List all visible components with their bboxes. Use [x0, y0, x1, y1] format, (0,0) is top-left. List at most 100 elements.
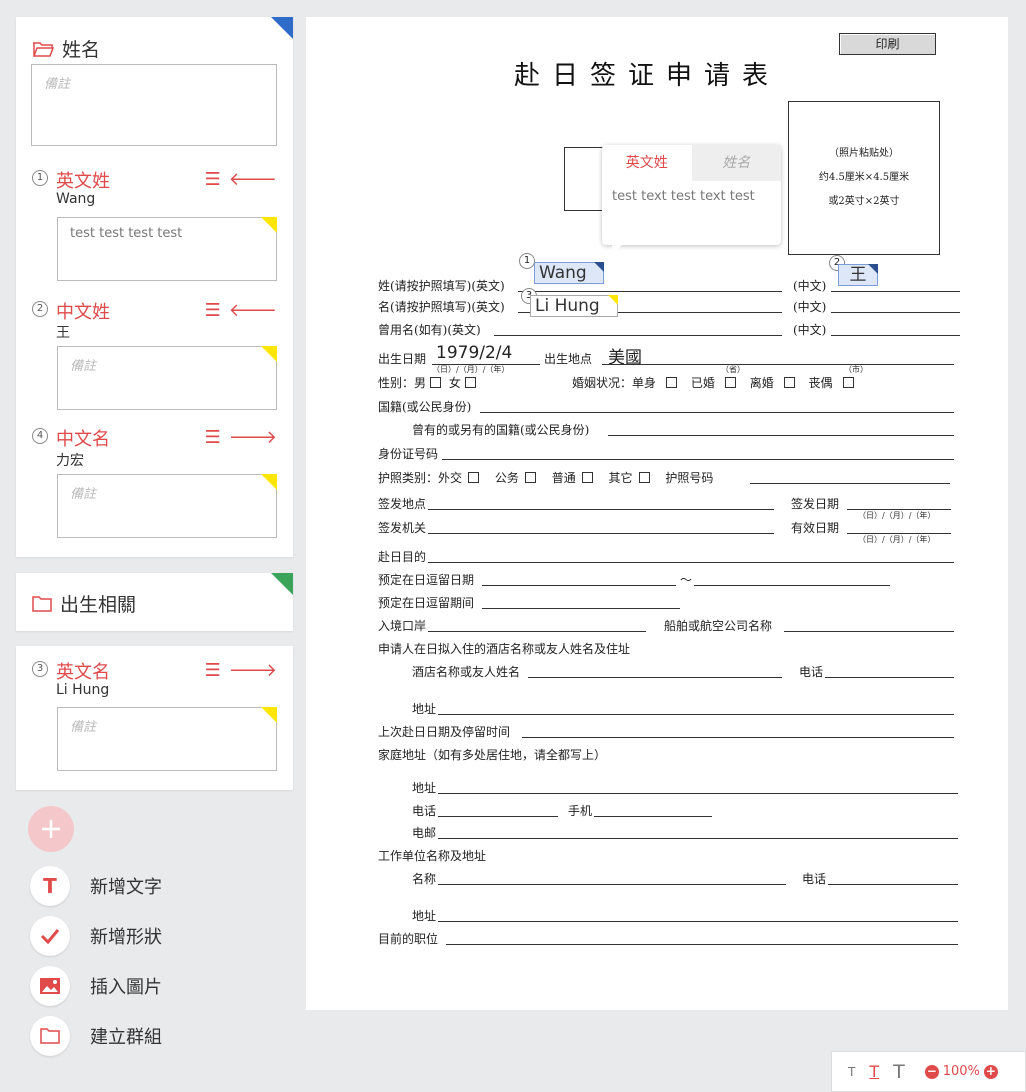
field-name: 中文名 — [56, 429, 110, 450]
checkbox-official[interactable] — [524, 472, 536, 483]
form-line — [428, 562, 954, 563]
label-stay-date: 预定在日逗留日期 — [378, 573, 475, 587]
add-shape-label: 新增形狀 — [90, 927, 162, 948]
field-name: 中文姓 — [56, 302, 110, 323]
checkbox-other[interactable] — [638, 472, 650, 483]
text-T-icon: T — [43, 874, 57, 898]
checkbox-widowed[interactable] — [842, 377, 854, 388]
menu-icon[interactable]: ☰ — [205, 660, 221, 681]
checkbox-male[interactable] — [430, 377, 442, 388]
field-name: 英文名 — [56, 662, 110, 683]
overlay-value: 王 — [849, 265, 867, 285]
add-text-button[interactable]: T 新增文字 — [30, 866, 162, 906]
group-title[interactable]: 出生相關 — [32, 590, 136, 617]
popover-tab-group[interactable]: 姓名 — [691, 145, 781, 181]
field-item-given-en[interactable]: 3 英文名 ☰ 🡒 — [32, 658, 277, 683]
label-divorced: 离婚 — [749, 376, 774, 390]
label-birth-date: 出生日期 — [378, 352, 427, 366]
form-line — [482, 608, 680, 609]
text-size-small-button[interactable]: T — [848, 1065, 855, 1079]
arrow-left-icon[interactable]: 🡐 — [229, 300, 277, 321]
checkbox-married[interactable] — [724, 377, 736, 388]
add-shape-button[interactable]: 新增形狀 — [30, 916, 162, 956]
label-former-nationality: 曾有的或另有的国籍(或公民身份) — [412, 423, 590, 437]
overlay-resize-handle[interactable] — [594, 262, 604, 272]
group-color-marker — [271, 17, 293, 39]
note-color-marker — [261, 707, 277, 723]
arrow-right-icon[interactable]: 🡒 — [229, 660, 277, 681]
field-number-badge: 2 — [32, 301, 48, 317]
group-card-name: 姓名 備註 1 英文姓 ☰ 🡐 Wang test test test test… — [16, 17, 293, 557]
group-color-marker — [271, 573, 293, 595]
form-line — [518, 291, 782, 292]
label-official: 公务 — [494, 471, 519, 485]
overlay-resize-handle[interactable] — [608, 295, 618, 305]
checkbox-single[interactable] — [666, 377, 678, 388]
label-home-addr: 地址 — [412, 781, 437, 795]
label-valid-date: 有效日期 — [791, 521, 840, 535]
create-group-button[interactable]: 建立群組 — [30, 1016, 162, 1056]
label-nationality: 国籍(或公民身份) — [378, 400, 472, 414]
checkbox-divorced[interactable] — [783, 377, 795, 388]
insert-image-button[interactable]: 插入圖片 — [30, 966, 162, 1006]
group-title[interactable]: 姓名 — [32, 35, 100, 62]
label-mobile: 手机 — [568, 804, 593, 818]
birth-date-value[interactable]: 1979/2/4 — [436, 343, 512, 363]
overlay-field-given-en[interactable]: Li Hung — [530, 295, 618, 317]
zoom-in-icon[interactable]: + — [983, 1064, 998, 1079]
label-email: 电邮 — [412, 826, 437, 840]
field-number-badge: 3 — [32, 661, 48, 677]
text-size-large-button[interactable]: T — [893, 1061, 905, 1083]
label-ordinary: 普通 — [551, 471, 576, 485]
label-widowed: 丧偶 — [808, 376, 833, 390]
field-note-input[interactable]: test test test test — [57, 217, 277, 281]
overlay-value: Wang — [539, 263, 587, 283]
checkbox-female[interactable] — [464, 377, 476, 388]
label-position: 目前的职位 — [378, 932, 439, 946]
group-note-input[interactable]: 備註 — [31, 64, 277, 146]
label-issuing-authority: 签发机关 — [378, 521, 427, 535]
print-button[interactable]: 印刷 — [839, 33, 936, 55]
label-home-address: 家庭地址（如有多处居住地，请全都写上） — [378, 748, 607, 762]
form-line — [694, 585, 890, 586]
field-note-input[interactable]: 備註 — [57, 474, 277, 538]
field-item-given-cn[interactable]: 4 中文名 ☰ 🡒 — [32, 425, 277, 450]
arrow-left-icon[interactable]: 🡐 — [229, 169, 277, 190]
tilde: ～ — [680, 573, 693, 587]
label-gender-male: 性别：男 — [378, 376, 427, 390]
field-note-input[interactable]: 備註 — [57, 346, 277, 410]
folder-icon — [40, 1028, 60, 1044]
overlay-resize-handle[interactable] — [868, 264, 878, 274]
label-work-phone: 电话 — [802, 872, 827, 886]
menu-icon[interactable]: ☰ — [205, 169, 221, 190]
checkbox-diplomatic[interactable] — [468, 472, 480, 483]
field-item-surname-en[interactable]: 1 英文姓 ☰ 🡐 — [32, 167, 277, 192]
add-fab-button[interactable] — [28, 806, 74, 852]
checkbox-ordinary[interactable] — [581, 472, 593, 483]
arrow-right-icon[interactable]: 🡒 — [229, 427, 277, 448]
label-purpose: 赴日目的 — [378, 550, 427, 564]
label-work-address: 地址 — [412, 909, 437, 923]
field-card-given-en: 3 英文名 ☰ 🡒 Li Hung 備註 — [16, 646, 293, 790]
menu-icon[interactable]: ☰ — [205, 300, 221, 321]
popover-tab-field[interactable]: 英文姓 — [602, 145, 692, 181]
overlay-field-surname-cn[interactable]: 王 — [838, 264, 878, 286]
text-size-medium-button[interactable]: T — [869, 1062, 879, 1081]
field-number-badge: 4 — [32, 428, 48, 444]
form-line — [784, 631, 954, 632]
label-hotel-address: 地址 — [412, 702, 437, 716]
field-note-input[interactable]: 備註 — [57, 707, 277, 771]
overlay-field-surname-en[interactable]: Wang — [534, 262, 604, 284]
plus-icon — [42, 820, 60, 838]
add-text-label: 新增文字 — [90, 877, 162, 898]
form-line — [750, 483, 950, 484]
group-card-birth[interactable]: 出生相關 — [16, 573, 293, 631]
form-line — [831, 291, 960, 292]
field-item-surname-cn[interactable]: 2 中文姓 ☰ 🡐 — [32, 298, 277, 323]
zoom-out-icon[interactable]: − — [924, 1064, 939, 1079]
group-title-label: 出生相關 — [60, 594, 137, 616]
menu-icon[interactable]: ☰ — [205, 427, 221, 448]
folder-open-icon — [32, 41, 54, 57]
field-note-placeholder: 備註 — [70, 359, 97, 374]
passport-type-row: 护照类别：外交 公务 普通 其它 护照号码 — [378, 469, 713, 486]
